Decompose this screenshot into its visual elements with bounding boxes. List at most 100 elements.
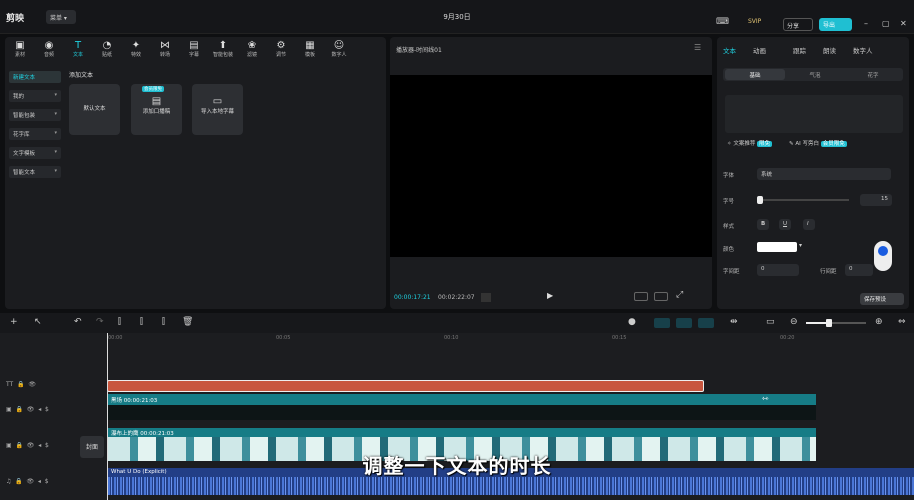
sidebar-item-2[interactable]: 智能包装 ▾	[9, 109, 61, 121]
underline-button[interactable]: U	[779, 219, 791, 230]
ai-badge: 会员限免	[820, 141, 847, 147]
save-preset-button[interactable]: 保存预设	[860, 293, 904, 305]
tick-label: 00:05	[276, 335, 291, 341]
caption-track-icon[interactable]: ▭	[766, 317, 775, 327]
mic-icon[interactable]: ●	[628, 317, 636, 327]
tab-transition[interactable]: ⋈ 转场	[152, 40, 178, 58]
default-text-card[interactable]: 默认文本	[69, 84, 120, 135]
recommend-button[interactable]: ✧ 文案推荐 限免	[727, 139, 773, 147]
sidebar-item-1[interactable]: 我的 ▾	[9, 90, 61, 102]
size-slider[interactable]	[757, 199, 849, 201]
share-button[interactable]: 分享	[783, 18, 813, 31]
preview-screen[interactable]	[390, 75, 712, 257]
minimize-icon[interactable]: –	[864, 19, 868, 28]
text-clip[interactable]	[107, 380, 704, 392]
play-icon[interactable]: ▶	[547, 291, 553, 300]
ratio-icon[interactable]	[634, 292, 648, 301]
magnet-icon[interactable]	[654, 318, 670, 328]
subtab-bubble[interactable]: 气泡	[785, 71, 845, 79]
video-track-b-controls[interactable]: ▣ 🔒 👁 ◂ $	[6, 442, 49, 449]
properties-panel: 文本 动画 跟踪 朗读 数字人 基础 气泡 花字 ✧ 文案推荐 限免 ✎ AI 写旁白 …	[717, 37, 909, 309]
color-swatch[interactable]	[757, 242, 797, 252]
tab-effect[interactable]: ✦ 特效	[123, 40, 149, 58]
keyboard-icon[interactable]: ⌨	[716, 17, 729, 27]
tick-label: 00:00	[108, 335, 123, 341]
quality-icon[interactable]	[654, 292, 668, 301]
split-left-icon[interactable]: ⫿	[140, 317, 143, 327]
text-input[interactable]	[725, 95, 903, 133]
size-slider-handle[interactable]	[757, 196, 763, 204]
font-select[interactable]: 系统	[757, 168, 891, 180]
size-label: 字号	[723, 199, 735, 205]
export-button[interactable]: 导出	[819, 18, 852, 31]
bold-button[interactable]: B	[757, 219, 769, 230]
zoom-in-icon[interactable]: ⊕	[875, 317, 883, 327]
time-ruler[interactable]: 00:00 00:05 00:10 00:15 00:20	[108, 333, 914, 345]
tab-caption[interactable]: ▤ 字幕	[181, 40, 207, 58]
redo-icon[interactable]: ↷	[96, 317, 104, 327]
tab-label: 数字人	[331, 52, 347, 58]
tab-adjust[interactable]: ⚙ 调节	[268, 40, 294, 58]
line-spacing-input[interactable]: 0	[845, 264, 873, 276]
prop-tab-4[interactable]: 数字人	[853, 45, 873, 55]
align-icon[interactable]: ⇹	[730, 317, 738, 327]
tab-template[interactable]: ▦ 模板	[297, 40, 323, 58]
ai-write-button[interactable]: ✎ AI 写旁白 会员限免	[789, 139, 847, 147]
prop-tab-2[interactable]: 跟踪	[793, 45, 806, 55]
tab-audio[interactable]: ◉ 音频	[36, 40, 62, 58]
subtab-fancy[interactable]: 花字	[843, 71, 903, 79]
audio-track-controls[interactable]: ♫ 🔒 👁 ◂ $	[6, 478, 49, 485]
preview-axis-icon[interactable]	[698, 318, 714, 328]
tab-label: 智能包装	[212, 52, 233, 58]
fit-icon[interactable]: ⇔	[898, 317, 906, 327]
add-script-card[interactable]: 会员限免 ▤ 添加口播稿	[131, 84, 182, 135]
prop-tab-1[interactable]: 动画	[753, 45, 766, 55]
sidebar-item-0[interactable]: 新建文本	[9, 71, 61, 83]
select-tool-icon[interactable]: ↖	[34, 317, 42, 327]
zoom-slider-handle[interactable]	[826, 319, 832, 327]
tab-label: 音频	[43, 52, 54, 58]
import-subtitle-card[interactable]: ▭ 导入本地字幕	[192, 84, 243, 135]
sidebar-item-4[interactable]: 文字模板 ▾	[9, 147, 61, 159]
tab-label: 贴纸	[101, 52, 112, 58]
tab-text[interactable]: T 文本	[65, 40, 91, 58]
link-icon[interactable]	[676, 318, 692, 328]
assistant-float[interactable]	[874, 241, 892, 271]
italic-button[interactable]: I	[803, 219, 815, 230]
member-badge: 会员限免	[142, 86, 164, 92]
prop-tab-0[interactable]: 文本	[723, 45, 736, 55]
zoom-out-icon[interactable]: ⊖	[790, 317, 798, 327]
tab-smart-pack[interactable]: ⬆ 智能包装	[210, 40, 236, 58]
video-track-a-controls[interactable]: ▣ 🔒 👁 ◂ $	[6, 406, 49, 413]
split-right-icon[interactable]: ⫿	[162, 317, 165, 327]
close-icon[interactable]: ✕	[900, 19, 907, 28]
maximize-icon[interactable]: ▢	[882, 19, 890, 28]
size-input[interactable]: 15	[860, 194, 892, 206]
video-clip-black[interactable]: 黑场 00:00:21:03	[108, 394, 816, 420]
timeline-toolbar: + ↖ ↶ ↷ ⫿ ⫿ ⫿ 🗑 ● ⇹ ▭ ⊖ ⊕ ⇔	[0, 313, 914, 333]
split-icon[interactable]: ⫿	[118, 317, 121, 327]
zoom-slider-fill	[806, 322, 828, 324]
tab-media[interactable]: ▣ 素材	[7, 40, 33, 58]
font-label: 字体	[723, 173, 735, 179]
sticker-icon: ◔	[102, 40, 112, 51]
text-track-controls[interactable]: TT 🔒 👁	[6, 381, 36, 388]
clip-label: 黑场 00:00:21:03	[108, 394, 816, 405]
sidebar-item-5[interactable]: 智能文本 ▾	[9, 166, 61, 178]
player-menu-icon[interactable]: ☰	[694, 43, 701, 52]
delete-icon[interactable]: 🗑	[182, 317, 193, 327]
timecode-icon[interactable]	[481, 293, 491, 302]
tab-filter[interactable]: ❀ 滤镜	[239, 40, 265, 58]
color-dropdown-icon[interactable]: ▾	[799, 242, 802, 249]
fullscreen-icon[interactable]: ⤢	[676, 290, 683, 300]
sidebar-item-3[interactable]: 花字库 ▾	[9, 128, 61, 140]
undo-icon[interactable]: ↶	[74, 317, 82, 327]
char-spacing-input[interactable]: 0	[757, 264, 799, 276]
tab-label: 特效	[130, 52, 141, 58]
tab-avatar[interactable]: ☺ 数字人	[326, 40, 352, 58]
vip-badge[interactable]: SVIP	[748, 18, 761, 25]
prop-tab-3[interactable]: 朗读	[823, 45, 836, 55]
add-track-icon[interactable]: +	[10, 317, 18, 327]
tab-sticker[interactable]: ◔ 贴纸	[94, 40, 120, 58]
subtab-basic[interactable]: 基础	[725, 69, 785, 80]
